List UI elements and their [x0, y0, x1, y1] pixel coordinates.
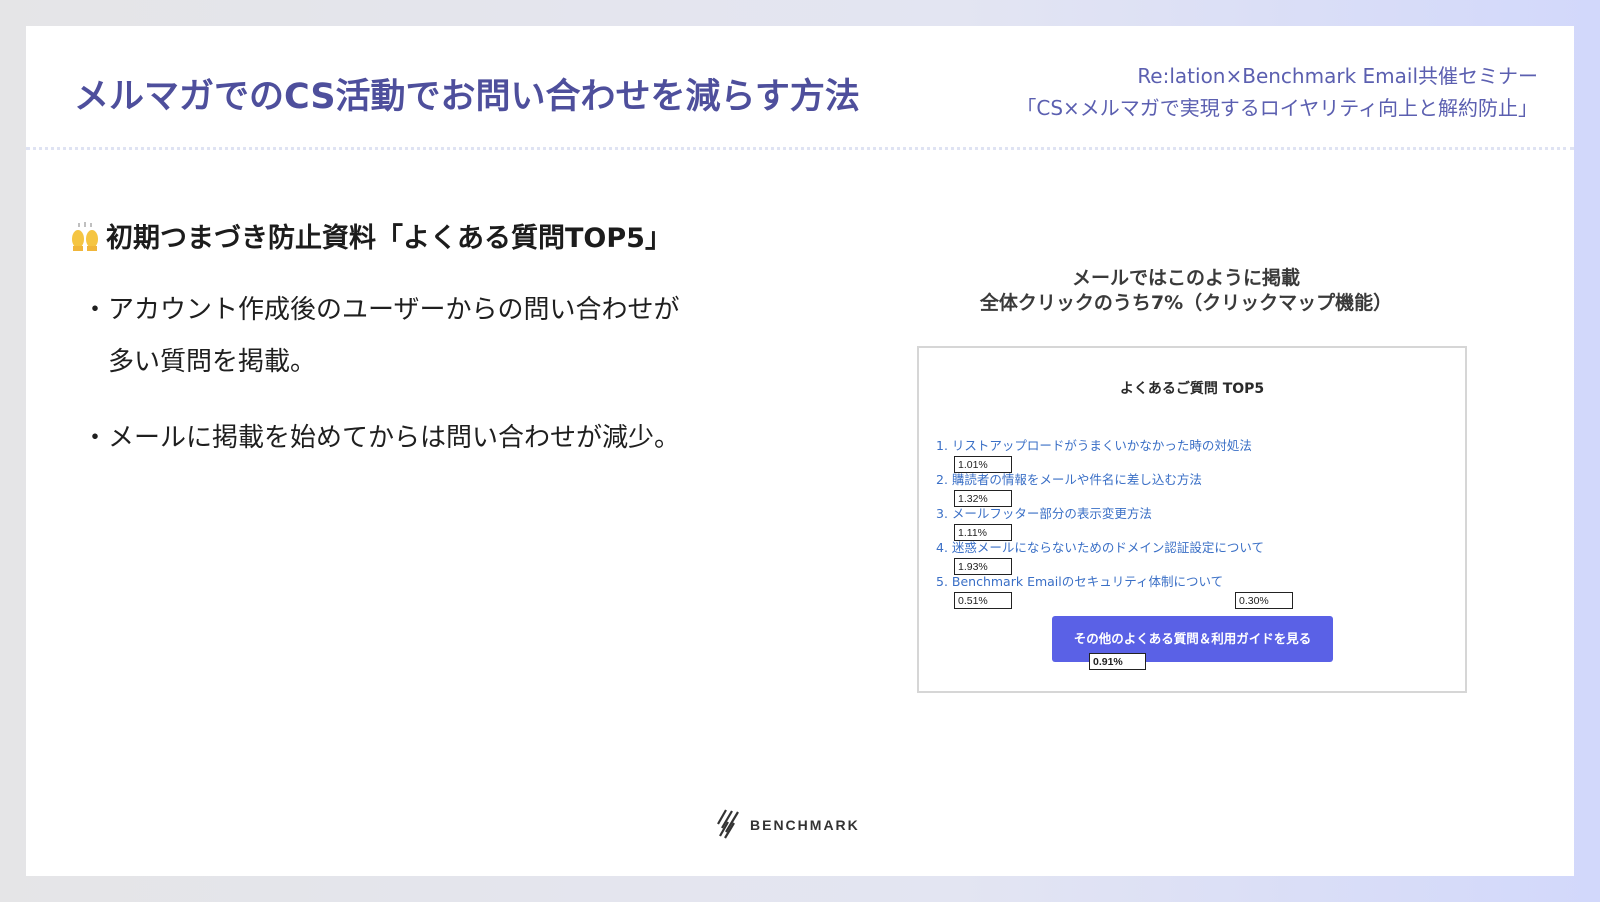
caption-line-1: メールではこのように掲載	[1071, 267, 1300, 289]
faq-link-1[interactable]: 1. リストアップロードがうまくいかなかった時の対処法	[936, 435, 1252, 454]
seminar-line-1: Re:lation×Benchmark Email共催セミナー	[1137, 64, 1538, 88]
caption-line-2: 全体クリックのうち7%（クリックマップ機能）	[979, 292, 1393, 314]
header-divider	[26, 147, 1574, 150]
click-rate-badge-3: 1.11%	[954, 524, 1012, 541]
slide: メルマガでのCS活動でお問い合わせを減らす方法 Re:lation×Benchm…	[26, 26, 1574, 876]
click-rate-badge-side: 0.30%	[1235, 592, 1293, 609]
seminar-line-2: 「CS×メルマガで実現するロイヤリティ向上と解約防止」	[1016, 96, 1538, 120]
click-rate-badge-1: 1.01%	[954, 456, 1012, 473]
benchmark-logo-text: BENCHMARK	[750, 817, 860, 833]
click-rate-badge-button: 0.91%	[1089, 653, 1146, 670]
benchmark-logo: BENCHMARK	[716, 806, 860, 844]
bullet-item-2: ・メールに掲載を始めてからは問い合わせが減少。	[82, 412, 680, 464]
bullet-2-line-1: ・メールに掲載を始めてからは問い合わせが減少。	[82, 423, 681, 453]
mail-preview: よくあるご質問 TOP5 1. リストアップロードがうまくいかなかった時の対処法…	[917, 346, 1467, 693]
click-rate-badge-5: 0.51%	[954, 592, 1012, 609]
benchmark-logo-icon	[716, 806, 744, 844]
mail-title: よくあるご質問 TOP5	[1119, 381, 1265, 397]
section-heading: 初期つまづき防止資料「よくある質問TOP5」	[70, 216, 672, 255]
bullet-1-line-2: 多い質問を掲載。	[108, 347, 317, 377]
section-heading-text: 初期つまづき防止資料「よくある質問TOP5」	[106, 223, 672, 254]
bullet-1-line-1: ・アカウント作成後のユーザーからの問い合わせが	[82, 295, 680, 325]
bullet-item-1: ・アカウント作成後のユーザーからの問い合わせが 多い質問を掲載。	[82, 284, 679, 388]
page-title: メルマガでのCS活動でお問い合わせを減らす方法	[74, 77, 860, 117]
raising-hands-icon	[70, 221, 100, 251]
mail-caption: メールではこのように掲載 全体クリックのうち7%（クリックマップ機能）	[936, 266, 1436, 316]
click-rate-badge-2: 1.32%	[954, 490, 1012, 507]
click-rate-badge-4: 1.93%	[954, 558, 1012, 575]
seminar-info: Re:lation×Benchmark Email共催セミナー 「CS×メルマガ…	[1016, 60, 1538, 124]
